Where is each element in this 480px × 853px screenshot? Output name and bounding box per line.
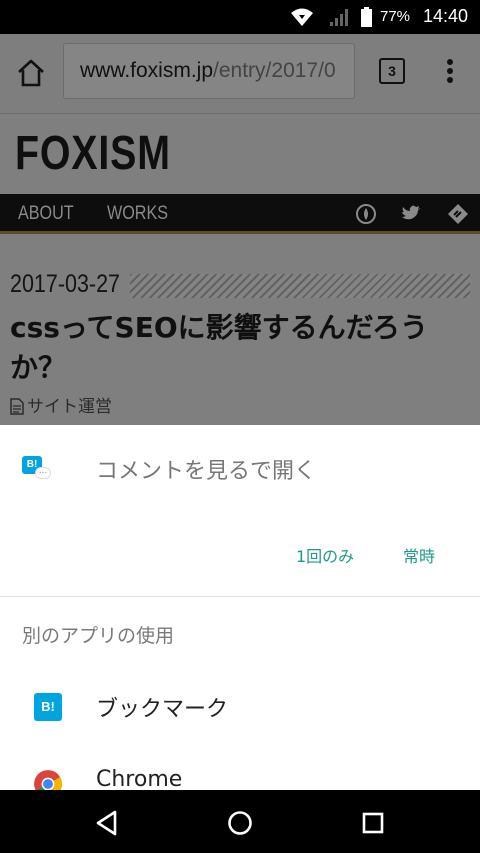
feedly-icon[interactable]	[355, 203, 377, 225]
battery-level: 77%	[380, 8, 411, 25]
back-icon[interactable]	[90, 806, 124, 840]
divider	[0, 596, 480, 597]
url-bar[interactable]: www.foxism.jp/entry/2017/0	[63, 43, 355, 99]
post-title[interactable]: cssってSEOに影響するんだろうか？	[10, 308, 470, 388]
just-once-button[interactable]: 1回のみ	[296, 543, 354, 567]
home-icon[interactable]	[14, 56, 48, 90]
url-path: /entry/2017/0	[213, 59, 336, 82]
document-icon	[10, 398, 24, 415]
app-label-bookmark: ブックマーク	[96, 697, 229, 722]
post-date: 2017-03-27	[10, 270, 120, 298]
home-nav-icon[interactable]	[223, 806, 257, 840]
overflow-menu-icon[interactable]	[440, 56, 460, 88]
always-button[interactable]: 常時	[403, 543, 435, 567]
signal-icon	[330, 9, 348, 26]
site-nav: ABOUT WORKS	[0, 194, 480, 234]
feed-icon[interactable]	[447, 203, 469, 225]
browser-window: www.foxism.jp/entry/2017/0 3 FOXISM ABOU…	[0, 34, 480, 425]
tab-switcher-button[interactable]: 3	[379, 58, 405, 84]
clock: 14:40	[423, 6, 469, 26]
battery-icon	[361, 7, 372, 27]
hatena-bookmark-icon: B!	[34, 693, 62, 721]
app-label-chrome: Chrome	[96, 767, 183, 790]
nav-link-works[interactable]: WORKS	[107, 203, 168, 225]
hatena-comment-app-icon: B! ...	[22, 454, 52, 484]
browser-toolbar: www.foxism.jp/entry/2017/0 3	[0, 34, 480, 114]
nav-link-about[interactable]: ABOUT	[18, 203, 74, 225]
date-stripe-decoration	[130, 274, 470, 298]
other-apps-label: 別のアプリの使用	[22, 625, 175, 647]
app-option-chrome[interactable]: Chrome	[0, 755, 480, 790]
recents-icon[interactable]	[356, 806, 390, 840]
url-host: www.foxism.jp	[80, 59, 214, 82]
app-chooser-sheet: B! ... コメントを見るで開く 1回のみ 常時 別のアプリの使用 B! ブッ…	[0, 425, 480, 790]
post-category[interactable]: サイト運営	[10, 392, 112, 417]
open-with-title: コメントを見るで開く	[96, 459, 317, 484]
app-option-bookmark[interactable]: B! ブックマーク	[0, 679, 480, 739]
status-bar: 77% 14:40	[0, 0, 480, 34]
navigation-bar	[0, 790, 480, 853]
twitter-icon[interactable]	[401, 203, 423, 225]
url-text: www.foxism.jp/entry/2017/0	[80, 59, 336, 83]
chrome-icon	[34, 770, 62, 790]
post-category-label: サイト運営	[27, 397, 112, 417]
wifi-icon	[291, 8, 313, 26]
site-logo[interactable]: FOXISM	[15, 126, 171, 181]
